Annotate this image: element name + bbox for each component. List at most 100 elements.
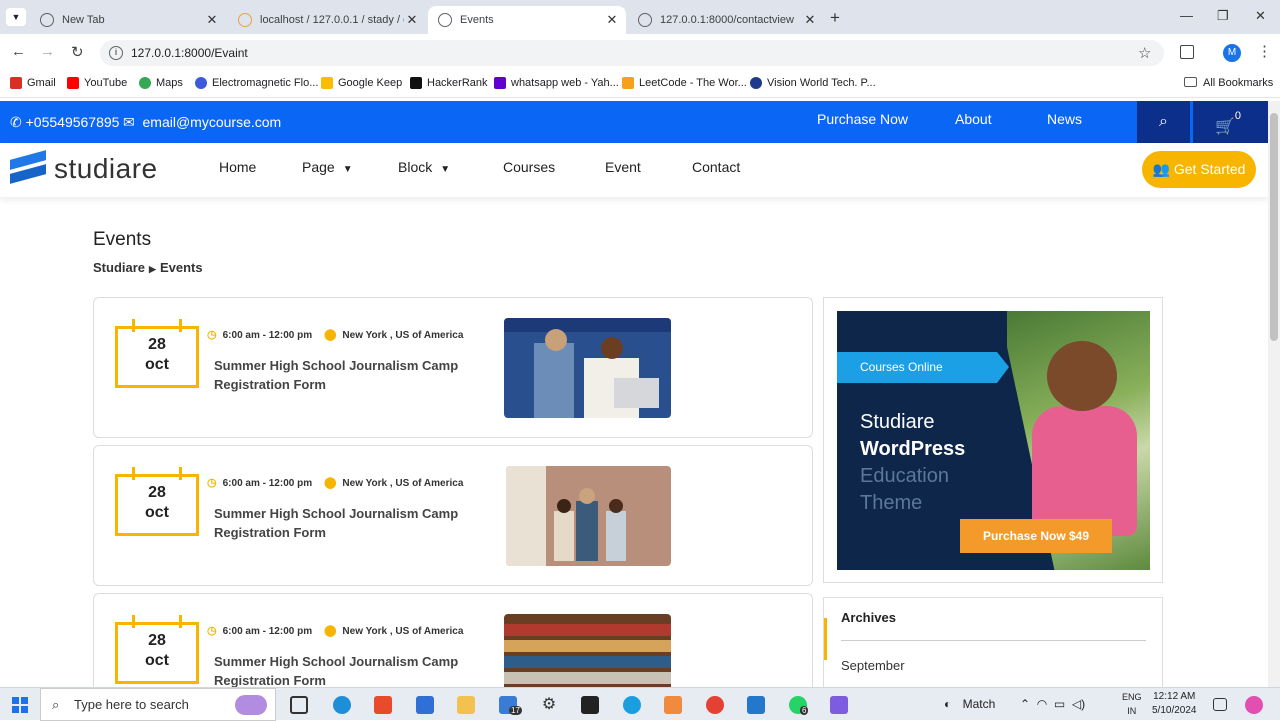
terminal-icon[interactable] (581, 696, 599, 714)
profile-avatar[interactable]: M (1223, 44, 1241, 62)
site-logo[interactable]: studiare (10, 150, 158, 185)
event-title[interactable]: Summer High School Journalism Camp Regis… (214, 652, 474, 690)
clock-icon: ◷ (207, 477, 217, 489)
store-icon[interactable] (416, 696, 434, 714)
news-link[interactable]: News (1047, 111, 1082, 127)
bookmark-google-keep[interactable]: Google Keep (321, 77, 402, 89)
bookmark-electromagnetic[interactable]: Electromagnetic Flo... (195, 77, 318, 89)
get-started-button[interactable]: 👥 Get Started (1142, 151, 1256, 188)
tab-contactview[interactable]: 127.0.0.1:8000/contactview ✕ (628, 6, 824, 34)
window-close-button[interactable]: ✕ (1255, 8, 1266, 24)
tray-icons[interactable]: ⌃ ◠ ▭ ◁) (1020, 697, 1085, 711)
wifi-icon: ◠ (1036, 697, 1048, 711)
tab-search-button[interactable]: ▼ (6, 8, 26, 26)
browser-menu-icon[interactable]: ⋮ (1257, 42, 1272, 60)
event-card[interactable]: 28 oct ◷ 6:00 am - 12:00 pm ⬤ New York , US … (93, 297, 813, 438)
file-explorer-icon[interactable] (457, 696, 475, 714)
weather-widget[interactable]: ◐ Match (944, 697, 995, 711)
cart-button[interactable]: 🛒0 (1193, 101, 1268, 143)
archive-item[interactable]: September (841, 658, 905, 673)
reload-button[interactable]: ↻ (71, 43, 84, 61)
browser-tabstrip: ▼ New Tab ✕ localhost / 127.0.0.1 / stad… (0, 0, 1280, 34)
settings-icon[interactable]: ⚙ (540, 696, 558, 714)
bookmark-label: Maps (156, 77, 183, 89)
event-title[interactable]: Summer High School Journalism Camp Regis… (214, 504, 474, 542)
nav-courses[interactable]: Courses (503, 159, 555, 175)
breadcrumb-home[interactable]: Studiare (93, 260, 145, 275)
wps-icon[interactable] (374, 696, 392, 714)
close-icon[interactable]: ✕ (404, 12, 420, 28)
address-bar[interactable]: i 127.0.0.1:8000/Evaint (100, 40, 1164, 66)
xampp-icon[interactable] (664, 696, 682, 714)
windows-start-icon[interactable] (12, 697, 28, 713)
new-tab-button[interactable]: + (830, 8, 840, 28)
nav-event[interactable]: Event (605, 159, 641, 175)
app-icon[interactable] (830, 696, 848, 714)
bookmark-leetcode[interactable]: LeetCode - The Wor... (622, 77, 747, 89)
sidebar-ad-widget: Courses Online Studiare WordPress Educat… (823, 297, 1163, 583)
bookmark-hackerrank[interactable]: HackerRank (410, 77, 488, 89)
tab-title: New Tab (62, 14, 105, 26)
back-button[interactable]: ← (11, 43, 26, 60)
page-scrollbar[interactable] (1268, 101, 1280, 687)
nav-page[interactable]: Page ▼ (302, 159, 353, 175)
bookmark-gmail[interactable]: Gmail (10, 77, 56, 89)
event-time: 6:00 am - 12:00 pm (222, 626, 313, 637)
edge-icon[interactable] (333, 696, 351, 714)
site-icon (195, 77, 207, 89)
tab-localhost[interactable]: localhost / 127.0.0.1 / stady / co ✕ (228, 6, 426, 34)
phpmyadmin-icon (238, 13, 252, 27)
bookmark-youtube[interactable]: YouTube (67, 77, 127, 89)
ad-line: WordPress (860, 438, 966, 460)
keep-icon (321, 77, 333, 89)
skype-icon[interactable] (623, 696, 641, 714)
cart-count: 0 (1234, 110, 1242, 122)
search-button[interactable]: ⌕ (1137, 101, 1190, 143)
forward-button[interactable]: → (40, 43, 55, 60)
purchase-now-link[interactable]: Purchase Now (817, 111, 908, 127)
tab-new-tab[interactable]: New Tab ✕ (30, 6, 226, 34)
nav-block[interactable]: Block ▼ (398, 159, 450, 175)
event-card[interactable]: 28 oct ◷ 6:00 am - 12:00 pm ⬤ New York , US … (93, 445, 813, 586)
bookmark-star-icon[interactable]: ☆ (1138, 44, 1151, 62)
ad-text: Studiare WordPress Education Theme (860, 409, 965, 517)
extensions-icon[interactable] (1180, 45, 1194, 59)
all-bookmarks[interactable]: All Bookmarks (1184, 77, 1273, 89)
minimize-button[interactable]: — (1180, 8, 1193, 23)
close-icon[interactable]: ✕ (604, 12, 620, 28)
copilot-icon[interactable] (1245, 696, 1263, 714)
site-info-icon[interactable]: i (109, 46, 123, 60)
phone-icon: ✆ (10, 114, 22, 130)
event-day: 28 (148, 336, 166, 353)
taskbar-clock[interactable]: 12:12 AM 5/10/2024 (1152, 690, 1197, 718)
chrome-icon[interactable] (706, 696, 724, 714)
nav-contact[interactable]: Contact (692, 159, 740, 175)
scrollbar-thumb[interactable] (1270, 113, 1278, 341)
task-view-icon[interactable] (290, 696, 308, 714)
ad-purchase-button[interactable]: Purchase Now $49 (960, 519, 1112, 553)
tab-title: localhost / 127.0.0.1 / stady / co (260, 14, 404, 26)
tab-events[interactable]: Events ✕ (428, 6, 626, 34)
ad-banner[interactable]: Courses Online Studiare WordPress Educat… (837, 311, 1150, 570)
envelope-icon: ✉ (123, 114, 135, 130)
bookmark-label: Electromagnetic Flo... (212, 77, 319, 89)
maximize-button[interactable]: ❐ (1217, 8, 1229, 24)
bookmark-vision-world[interactable]: Vision World Tech. P... (750, 77, 876, 89)
notifications-icon[interactable] (1213, 698, 1227, 711)
bookmark-maps[interactable]: Maps (139, 77, 183, 89)
close-icon[interactable]: ✕ (802, 12, 818, 28)
vscode-icon[interactable] (747, 696, 765, 714)
event-title[interactable]: Summer High School Journalism Camp Regis… (214, 356, 474, 394)
bookmark-whatsapp-web[interactable]: whatsapp web - Yah... (494, 77, 619, 89)
about-link[interactable]: About (955, 111, 992, 127)
nav-home[interactable]: Home (219, 159, 256, 175)
taskbar-search[interactable]: ⌕ Type here to search (40, 688, 276, 721)
whatsapp-icon[interactable]: 6 (789, 696, 809, 715)
close-icon[interactable]: ✕ (204, 12, 220, 28)
event-location: New York , US of America (342, 626, 464, 637)
youtube-icon (67, 77, 79, 89)
weather-icon: ◐ (944, 697, 952, 711)
mail-icon[interactable]: 17 (499, 696, 522, 715)
windows-taskbar: ⌕ Type here to search 17 ⚙ 6 ◐ Match ⌃ ◠ … (0, 687, 1280, 721)
language-indicator[interactable]: ENG IN (1122, 690, 1142, 718)
